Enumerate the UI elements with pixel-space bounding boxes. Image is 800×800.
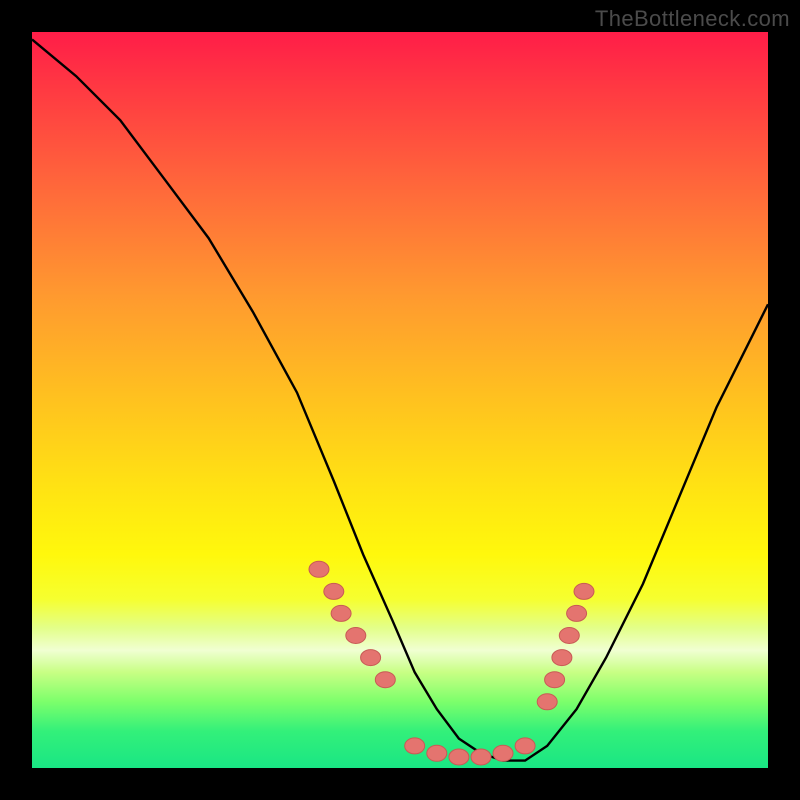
data-point (552, 650, 572, 666)
data-point (375, 672, 395, 688)
chart-stage: TheBottleneck.com (0, 0, 800, 800)
data-point (427, 745, 447, 761)
data-point (559, 628, 579, 644)
plot-area (32, 32, 768, 768)
data-point (346, 628, 366, 644)
data-point (331, 605, 351, 621)
data-point (324, 583, 344, 599)
bottleneck-curve (32, 39, 768, 760)
data-point (449, 749, 469, 765)
highlighted-points (309, 561, 594, 765)
data-point (309, 561, 329, 577)
data-point (515, 738, 535, 754)
data-point (574, 583, 594, 599)
data-point (405, 738, 425, 754)
data-point (567, 605, 587, 621)
watermark-text: TheBottleneck.com (595, 6, 790, 32)
data-point (537, 694, 557, 710)
chart-overlay (32, 32, 768, 768)
data-point (471, 749, 491, 765)
data-point (361, 650, 381, 666)
data-point (493, 745, 513, 761)
data-point (545, 672, 565, 688)
